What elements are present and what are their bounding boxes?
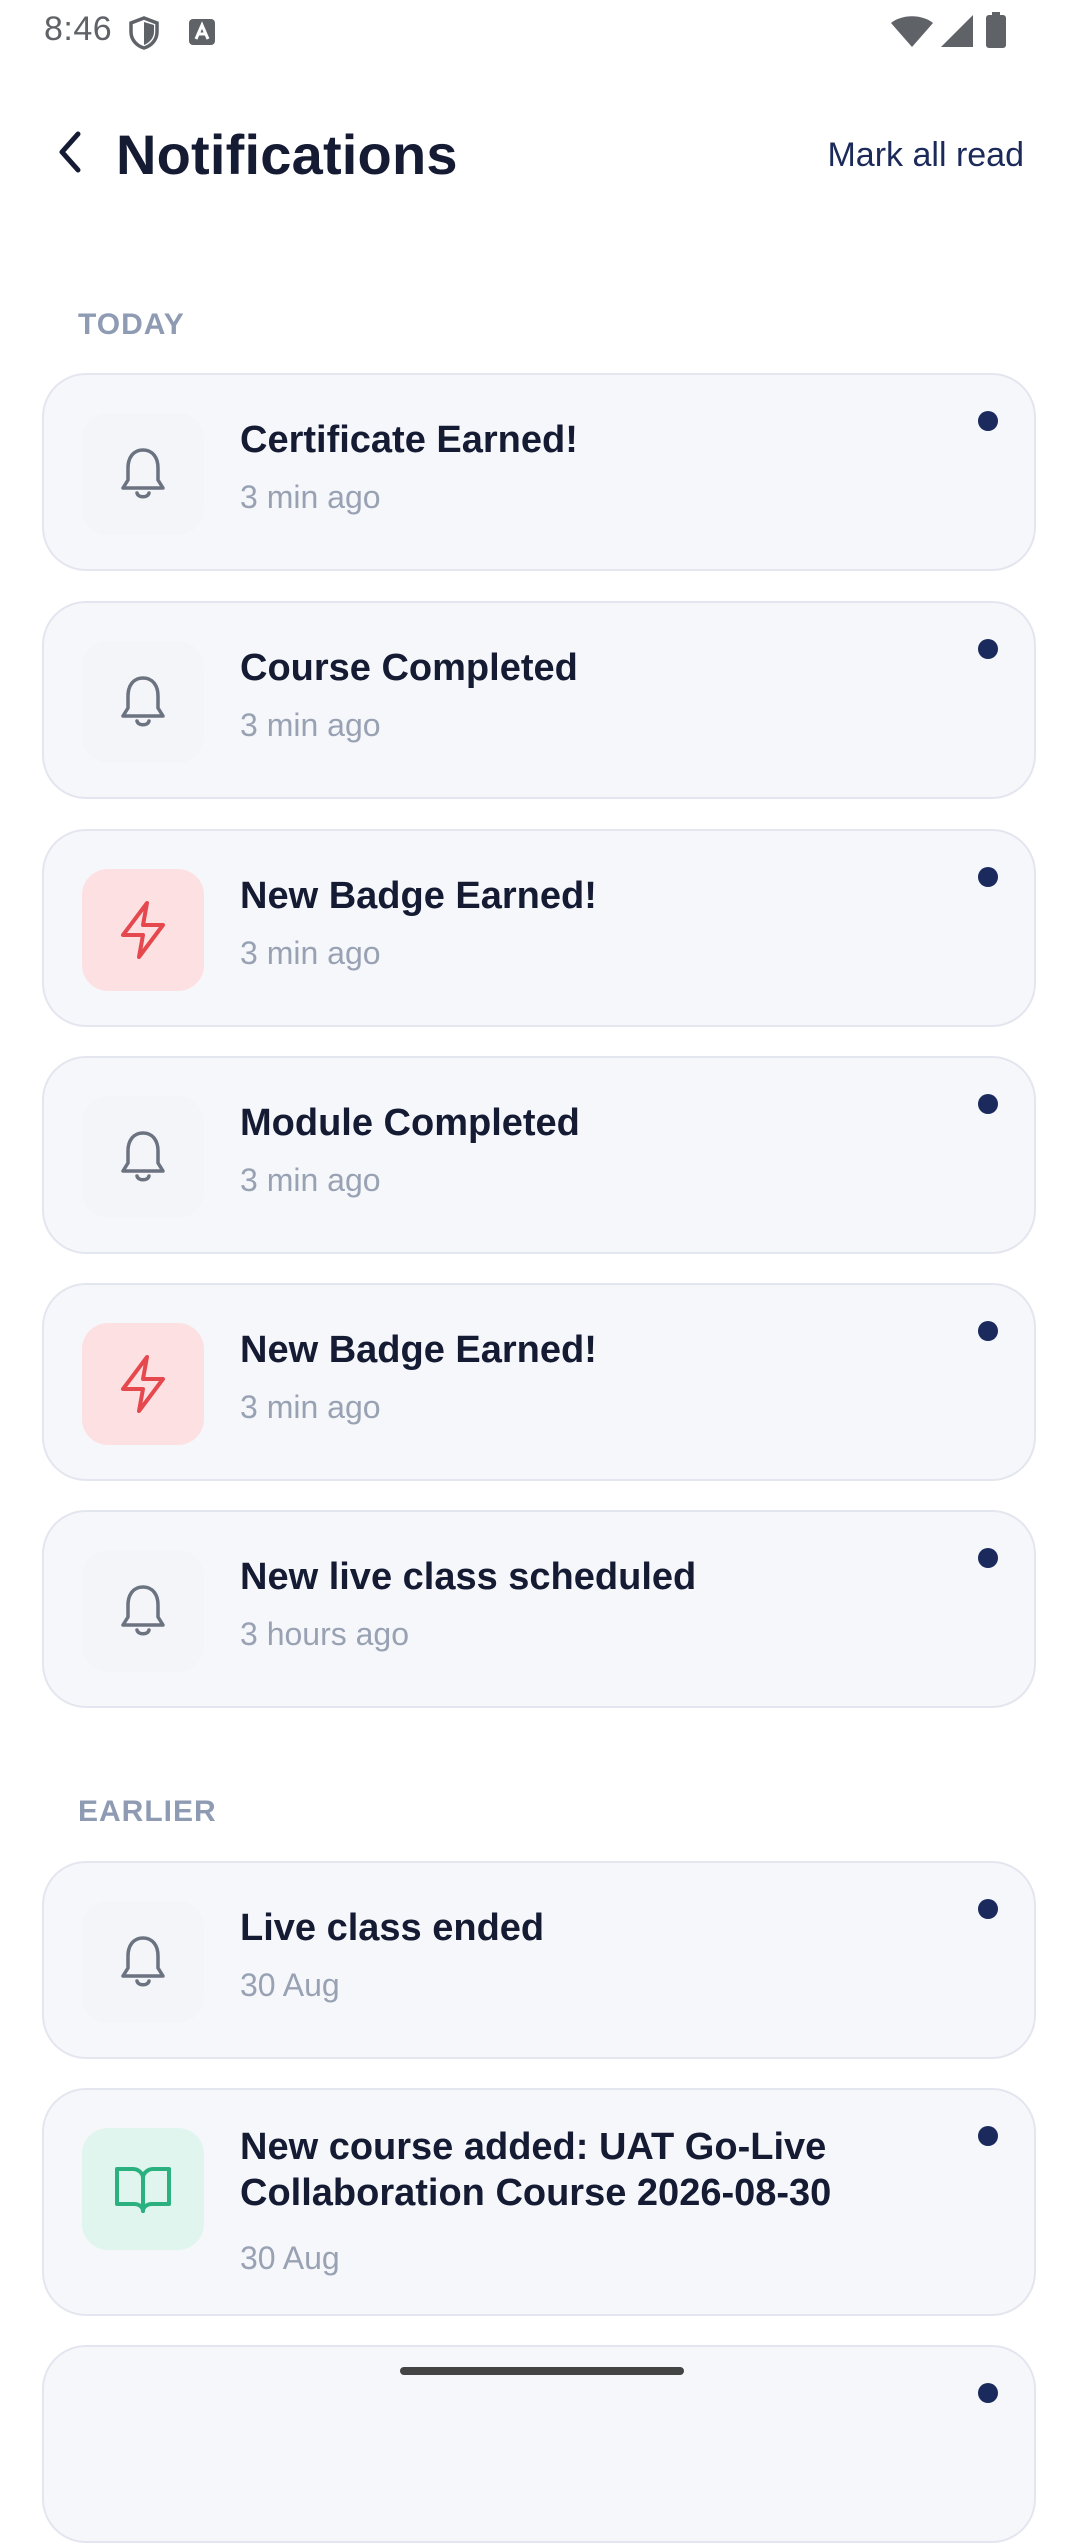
mark-all-read-button[interactable]: Mark all read bbox=[827, 136, 1024, 175]
unread-dot bbox=[978, 1899, 998, 1919]
wifi-icon bbox=[890, 14, 934, 53]
bell-icon bbox=[82, 1550, 204, 1672]
notification-title: Course Completed bbox=[240, 647, 578, 689]
bell-icon bbox=[82, 641, 204, 763]
notification-title: New Badge Earned! bbox=[240, 875, 597, 917]
notification-title: New course added: UAT Go-Live Collaborat… bbox=[240, 2126, 832, 2214]
notification-title: Certificate Earned! bbox=[240, 419, 578, 461]
bell-icon bbox=[82, 1096, 204, 1218]
back-button[interactable] bbox=[40, 124, 100, 184]
signal-icon bbox=[940, 14, 974, 53]
lightning-icon bbox=[82, 1323, 204, 1445]
notification-time: 3 hours ago bbox=[240, 1616, 410, 1652]
home-indicator[interactable] bbox=[400, 2367, 684, 2375]
book-icon bbox=[82, 2128, 204, 2250]
unread-dot bbox=[978, 2126, 998, 2146]
status-bar: 8:46 bbox=[0, 0, 1080, 62]
shield-icon bbox=[128, 16, 160, 55]
notification-title: Live class ended bbox=[240, 1907, 545, 1949]
section-label-earlier: EARLIER bbox=[78, 1795, 217, 1828]
notification-title: Module Completed bbox=[240, 1102, 580, 1144]
page-title: Notifications bbox=[116, 123, 458, 186]
notification-title: New Badge Earned! bbox=[240, 1329, 597, 1371]
notification-time: 3 min ago bbox=[240, 707, 381, 743]
notification-time: 30 Aug bbox=[240, 1967, 340, 2003]
notification-time: 3 min ago bbox=[240, 1162, 381, 1198]
bell-icon bbox=[82, 1901, 204, 2023]
notification-card[interactable]: Certificate Earned! 3 min ago bbox=[42, 373, 1036, 571]
notification-card[interactable]: New live class scheduled 3 hours ago bbox=[42, 1510, 1036, 1708]
lightning-icon bbox=[82, 869, 204, 991]
chevron-left-icon bbox=[52, 128, 88, 181]
unread-dot bbox=[978, 2383, 998, 2403]
notification-time: 30 Aug bbox=[240, 2240, 340, 2276]
unread-dot bbox=[978, 1321, 998, 1341]
unread-dot bbox=[978, 411, 998, 431]
notification-card[interactable]: New course added: UAT Go-Live Collaborat… bbox=[42, 2088, 1036, 2316]
notification-time: 3 min ago bbox=[240, 479, 381, 515]
battery-icon bbox=[986, 12, 1006, 53]
bell-icon bbox=[82, 413, 204, 535]
notification-card[interactable]: New Badge Earned! 3 min ago bbox=[42, 829, 1036, 1027]
notification-time: 3 min ago bbox=[240, 935, 381, 971]
notification-card[interactable]: Course Completed 3 min ago bbox=[42, 601, 1036, 799]
notification-title: New live class scheduled bbox=[240, 1556, 697, 1598]
notification-card[interactable]: New Badge Earned! 3 min ago bbox=[42, 1283, 1036, 1481]
unread-dot bbox=[978, 1094, 998, 1114]
notification-card[interactable]: Live class ended 30 Aug bbox=[42, 1861, 1036, 2059]
status-time: 8:46 bbox=[44, 10, 113, 48]
header: Notifications Mark all read bbox=[0, 110, 1080, 200]
notification-card[interactable]: Module Completed 3 min ago bbox=[42, 1056, 1036, 1254]
section-label-today: TODAY bbox=[78, 308, 185, 341]
unread-dot bbox=[978, 639, 998, 659]
unread-dot bbox=[978, 1548, 998, 1568]
app-notification-icon bbox=[188, 18, 216, 51]
notification-time: 3 min ago bbox=[240, 1389, 381, 1425]
unread-dot bbox=[978, 867, 998, 887]
